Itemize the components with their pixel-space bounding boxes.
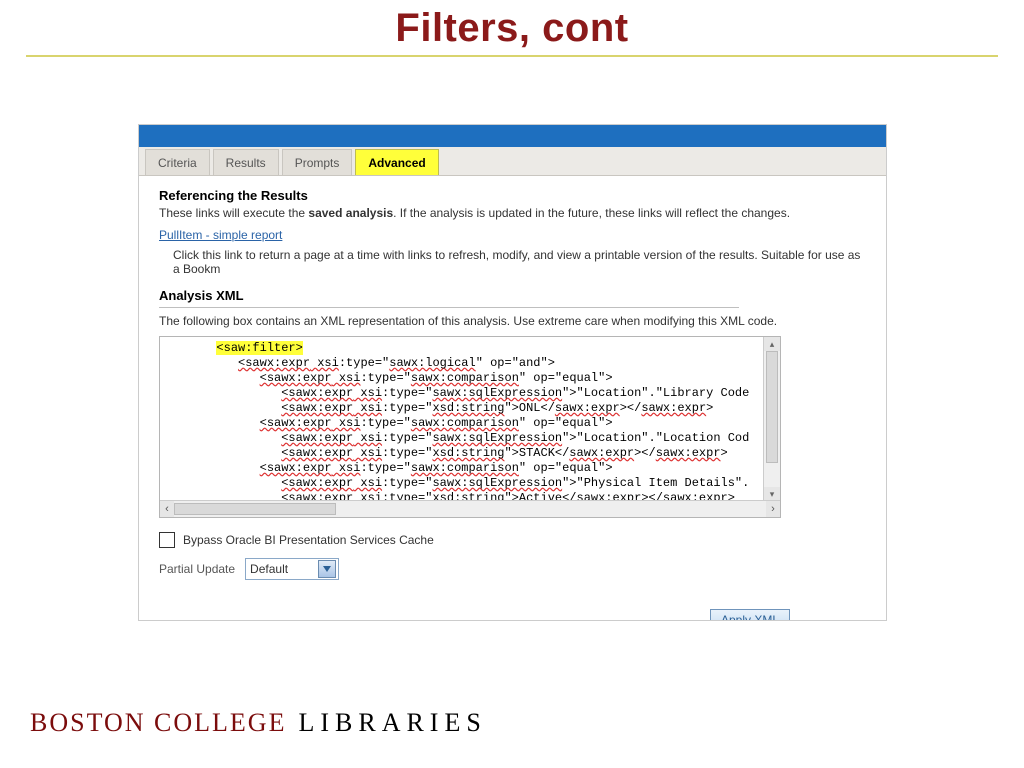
- screenshot-frame: Criteria Results Prompts Advanced Refere…: [138, 124, 887, 621]
- scroll-right-icon[interactable]: ›: [766, 501, 780, 517]
- bypass-cache-checkbox[interactable]: [159, 532, 175, 548]
- tab-prompts[interactable]: Prompts: [282, 149, 353, 175]
- bypass-cache-label: Bypass Oracle BI Presentation Services C…: [183, 533, 434, 547]
- xml-textarea[interactable]: <saw:filter> <sawx:expr xsi:type="sawx:l…: [159, 336, 781, 518]
- tab-advanced[interactable]: Advanced: [355, 149, 438, 175]
- tab-criteria[interactable]: Criteria: [145, 149, 210, 175]
- logo-libraries: LIBRARIES: [298, 708, 486, 737]
- tab-results[interactable]: Results: [213, 149, 279, 175]
- scroll-left-icon[interactable]: ‹: [160, 501, 174, 517]
- link-hint: Click this link to return a page at a ti…: [173, 248, 870, 276]
- xml-highlight-filter: <saw:filter>: [216, 341, 302, 355]
- app-titlebar: [139, 125, 886, 147]
- title-rule: [26, 55, 998, 57]
- ref-text-pre: These links will execute the: [159, 206, 308, 220]
- xml-content[interactable]: <saw:filter> <sawx:expr xsi:type="sawx:l…: [160, 337, 780, 518]
- partial-update-label: Partial Update: [159, 562, 235, 576]
- chevron-down-icon: [318, 560, 336, 578]
- section-divider: [159, 307, 739, 308]
- analysis-xml-heading: Analysis XML: [159, 288, 870, 303]
- scroll-thumb-v[interactable]: [766, 351, 778, 463]
- ref-text-bold: saved analysis: [308, 206, 393, 220]
- apply-xml-button[interactable]: Apply XML: [710, 609, 790, 621]
- scroll-down-icon[interactable]: ▾: [764, 487, 780, 501]
- footer-logo: BOSTON COLLEGE LIBRARIES: [30, 708, 487, 738]
- logo-boston-college: BOSTON COLLEGE: [30, 708, 286, 737]
- pullitem-link[interactable]: PullItem - simple report: [159, 228, 282, 242]
- xml-horizontal-scrollbar[interactable]: ‹ ›: [160, 500, 780, 517]
- tab-bar: Criteria Results Prompts Advanced: [139, 147, 886, 176]
- ref-text-post: . If the analysis is updated in the futu…: [393, 206, 790, 220]
- analysis-xml-desc: The following box contains an XML repres…: [159, 314, 870, 328]
- scroll-thumb-h[interactable]: [174, 503, 336, 515]
- referencing-desc: These links will execute the saved analy…: [159, 206, 870, 220]
- referencing-heading: Referencing the Results: [159, 188, 870, 203]
- partial-update-value: Default: [250, 562, 288, 576]
- slide-title: Filters, cont: [0, 0, 1024, 51]
- xml-vertical-scrollbar[interactable]: ▴ ▾: [763, 337, 780, 501]
- scroll-up-icon[interactable]: ▴: [764, 337, 780, 351]
- partial-update-select[interactable]: Default: [245, 558, 339, 580]
- advanced-panel: Referencing the Results These links will…: [139, 176, 886, 621]
